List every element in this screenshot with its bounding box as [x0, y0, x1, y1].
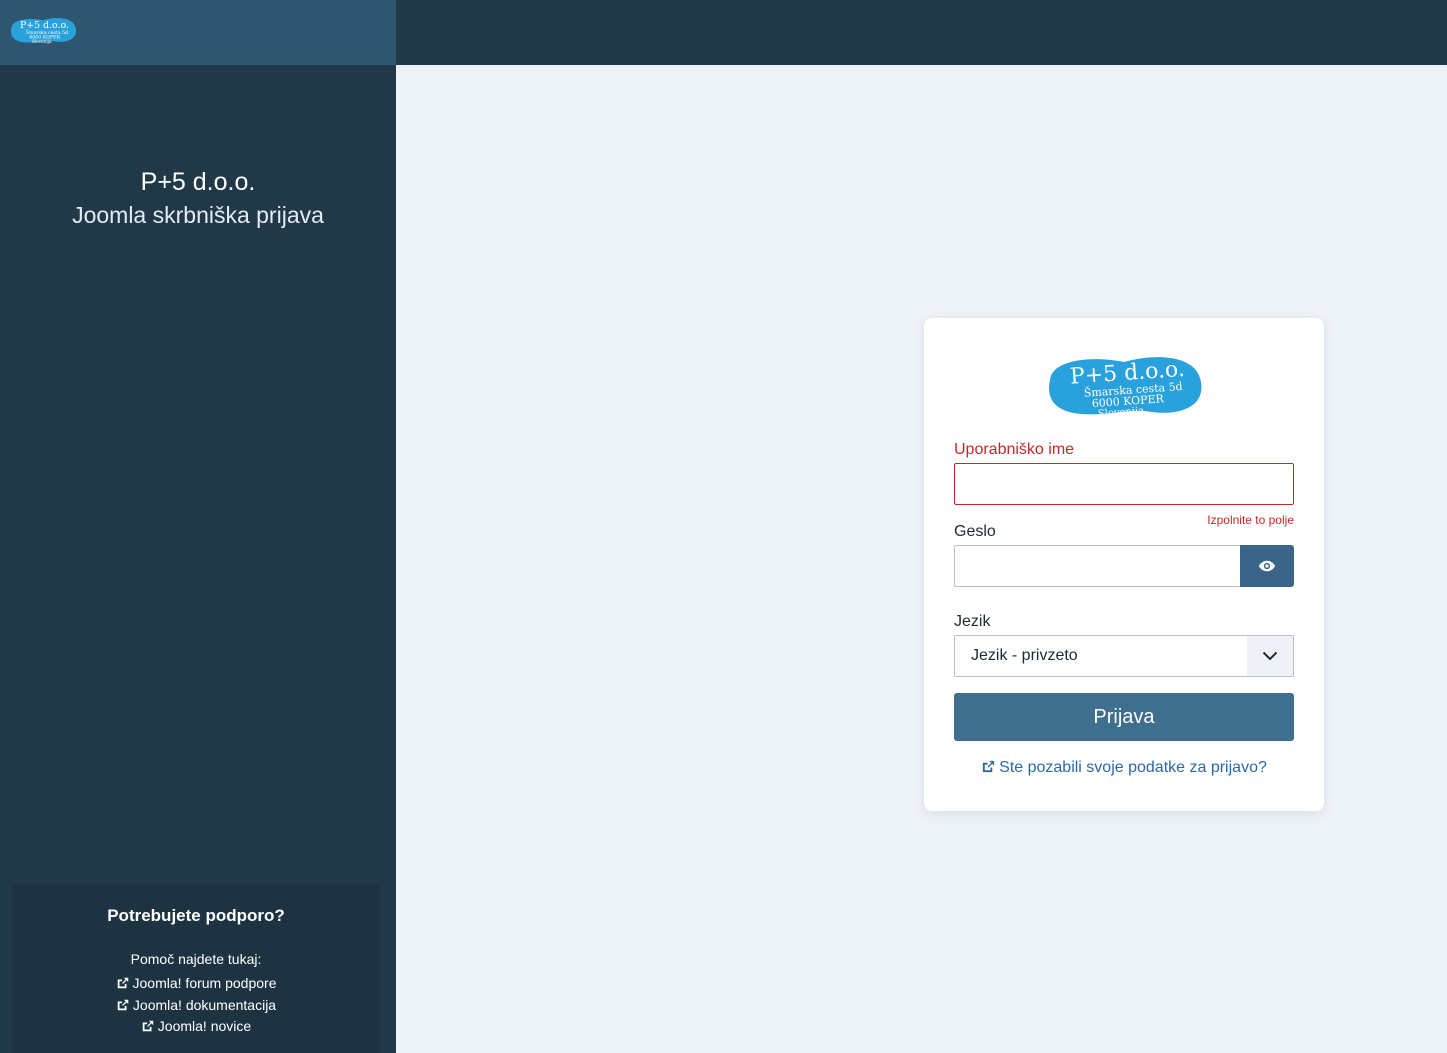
external-link-icon: [117, 977, 128, 989]
login-card: P+5 d.o.o. Šmarska cesta 5d 6000 KOPER S…: [924, 318, 1324, 811]
language-select-value: Jezik - privzeto: [971, 647, 1078, 664]
header-brand-area: P+5 d.o.o. Šmarska cesta 5d 6000 KOPER S…: [0, 0, 396, 65]
svg-text:P+5 d.o.o.: P+5 d.o.o.: [20, 20, 69, 31]
show-password-button[interactable]: [1240, 545, 1294, 587]
login-button[interactable]: Prijava: [954, 693, 1294, 741]
external-link-icon: [142, 1020, 154, 1032]
site-subtitle: Joomla skrbniška prijava: [72, 202, 324, 228]
eye-icon: [1258, 560, 1276, 572]
support-link-docs[interactable]: Joomla! dokumentacija: [12, 997, 380, 1013]
support-link-label: Joomla! dokumentacija: [132, 997, 277, 1013]
support-box: Potrebujete podporo? Pomoč najdete tukaj…: [12, 884, 380, 1053]
external-link-icon: [117, 999, 129, 1011]
support-link-label: Joomla! novice: [157, 1018, 252, 1034]
password-input[interactable]: [954, 545, 1241, 587]
chevron-down-icon: [1247, 636, 1293, 676]
support-link-label: Joomla! forum podpore: [132, 975, 277, 991]
support-title: Potrebujete podporo?: [107, 906, 285, 925]
username-input[interactable]: [954, 463, 1294, 505]
forgot-credentials-link[interactable]: Ste pozabili svoje podatke za prijavo?: [924, 759, 1324, 777]
top-header: P+5 d.o.o. Šmarska cesta 5d 6000 KOPER S…: [0, 0, 1447, 65]
support-subtitle: Pomoč najdete tukaj:: [130, 951, 262, 967]
username-label: Uporabniško ime: [954, 441, 1075, 458]
header-company-logo[interactable]: P+5 d.o.o. Šmarska cesta 5d 6000 KOPER S…: [8, 12, 78, 48]
support-link-news[interactable]: Joomla! novice: [12, 1018, 380, 1034]
site-title: P+5 d.o.o.: [140, 168, 256, 196]
username-error-message: Izpolnite to polje: [1207, 513, 1294, 527]
language-select[interactable]: Jezik - privzeto: [954, 635, 1294, 677]
svg-text:Slovenija: Slovenija: [32, 40, 52, 45]
language-label: Jezik: [954, 613, 991, 630]
company-logo: P+5 d.o.o. Šmarska cesta 5d 6000 KOPER S…: [1049, 357, 1202, 420]
password-label: Geslo: [954, 523, 996, 540]
forgot-credentials-label: Ste pozabili svoje podatke za prijavo?: [999, 759, 1267, 776]
svg-text:Slovenija: Slovenija: [1098, 406, 1145, 420]
sidebar: P+5 d.o.o. Joomla skrbniška prijava Potr…: [0, 65, 396, 1053]
external-link-icon: [983, 760, 995, 773]
support-link-forum[interactable]: Joomla! forum podpore: [12, 975, 380, 991]
